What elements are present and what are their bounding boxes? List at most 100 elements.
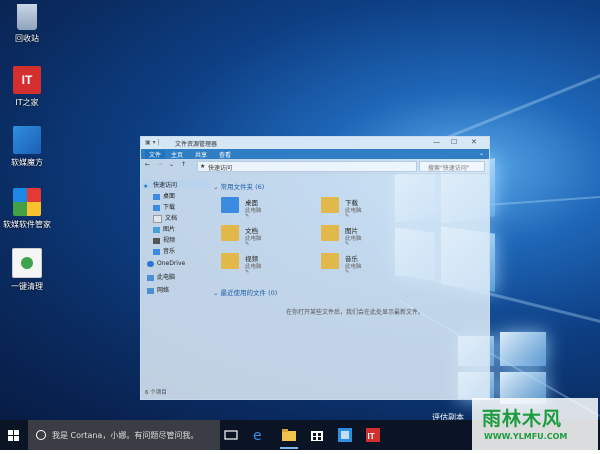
- pin-icon: ✎: [245, 269, 250, 275]
- section-title: 常用文件夹 (6): [220, 183, 265, 191]
- desktop: 回收站 IT IT之家 软媒魔方 软媒软件管家 一键清理 ▣ ▾ | 文件资源管…: [0, 0, 600, 420]
- cortana-icon: [36, 430, 46, 440]
- section-title: 最近使用的文件 (0): [220, 289, 278, 297]
- watermark-brand: 雨林木风: [482, 408, 563, 430]
- nav-item-this-pc[interactable]: 此电脑: [147, 272, 176, 281]
- pin-icon: ✎: [245, 241, 250, 247]
- ribbon-tabs: 文件 主页 共享 查看 ⌄: [141, 149, 489, 159]
- frequent-folders-header[interactable]: ⌄ 常用文件夹 (6): [213, 181, 264, 191]
- nav-item-label: OneDrive: [157, 260, 186, 267]
- edge-button[interactable]: e: [250, 426, 268, 444]
- nav-item-music[interactable]: 音乐: [153, 246, 175, 255]
- nav-item-network[interactable]: 网络: [147, 285, 170, 294]
- folder-pictures[interactable]: 图片 此电脑 ✎: [321, 223, 431, 247]
- desktop-icon-cleanup[interactable]: 一键清理: [2, 248, 52, 292]
- address-bar-row: ← → ⌄ ↑ ★ 快速访问 搜索"快速访问": [141, 159, 489, 174]
- folder-downloads[interactable]: 下载 此电脑 ✎: [321, 195, 431, 219]
- file-explorer-button[interactable]: [280, 426, 298, 449]
- desktop-icon-software-manager[interactable]: 软媒软件管家: [2, 188, 52, 230]
- tab-view[interactable]: 查看: [219, 150, 231, 159]
- evaluation-copy-text: 评估副本: [432, 413, 464, 420]
- star-icon: ★: [200, 163, 206, 170]
- ithome-icon: IT: [13, 66, 41, 94]
- windows-start-icon: [8, 430, 19, 441]
- mofang-button[interactable]: [336, 426, 354, 444]
- desktop-icon-mofang[interactable]: 软媒魔方: [2, 126, 52, 168]
- nav-item-label: 视频: [163, 237, 176, 244]
- documents-folder-icon: [221, 225, 239, 241]
- computer-icon: [147, 274, 154, 281]
- close-button[interactable]: ✕: [471, 138, 477, 146]
- recent-files-header[interactable]: ⌄ 最近使用的文件 (0): [213, 287, 277, 297]
- desktop-icon-recycle-bin[interactable]: 回收站: [2, 4, 52, 44]
- file-explorer-icon: [282, 429, 296, 441]
- pictures-icon: [153, 226, 160, 233]
- videos-folder-icon: [221, 253, 239, 269]
- watermark-url: WWW.YLMFU.COM: [484, 432, 568, 441]
- tab-file[interactable]: 文件: [145, 150, 166, 159]
- recent-locations-icon[interactable]: ⌄: [169, 161, 174, 168]
- task-view-icon: [224, 430, 238, 440]
- cloud-icon: [147, 260, 154, 267]
- nav-item-label: 此电脑: [157, 274, 176, 281]
- download-folder-icon: [321, 197, 339, 213]
- nav-item-label: 网络: [157, 287, 170, 294]
- tab-home[interactable]: 主页: [171, 150, 183, 159]
- nav-item-label: 下载: [163, 204, 176, 211]
- nav-item-desktop[interactable]: 桌面: [153, 191, 175, 200]
- file-explorer-window[interactable]: ▣ ▾ | 文件资源管理器 — ☐ ✕ 文件 主页 共享 查看 ⌄ ← → ⌄ …: [140, 136, 490, 400]
- svg-text:IT: IT: [368, 432, 375, 441]
- nav-item-label: 快速访问: [153, 182, 178, 189]
- nav-item-documents[interactable]: 文档: [153, 213, 177, 223]
- folder-desktop[interactable]: 桌面 此电脑 ✎: [221, 195, 331, 219]
- recycle-bin-icon: [17, 4, 37, 30]
- tab-share[interactable]: 共享: [195, 150, 207, 159]
- cortana-search-box[interactable]: 我是 Cortana，小娜。有问题尽管问我。: [28, 420, 220, 450]
- pin-icon: ✎: [345, 269, 350, 275]
- window-title: 文件资源管理器: [175, 141, 218, 148]
- music-folder-icon: [321, 253, 339, 269]
- desktop-icon-ithome[interactable]: IT IT之家: [2, 66, 52, 108]
- start-button[interactable]: [0, 420, 28, 450]
- desktop-icon-label: 软媒软件管家: [3, 220, 51, 229]
- task-view-button[interactable]: [222, 426, 240, 444]
- store-button[interactable]: [308, 426, 326, 444]
- download-icon: [153, 204, 160, 211]
- pin-icon: ✎: [345, 213, 350, 219]
- logo-pane: [500, 332, 546, 366]
- nav-item-pictures[interactable]: 图片: [153, 224, 176, 233]
- desktop-icon-label: 回收站: [15, 34, 39, 43]
- search-placeholder: 搜索"快速访问": [428, 165, 470, 172]
- minimize-button[interactable]: —: [433, 138, 440, 146]
- mofang-icon: [338, 428, 352, 442]
- forward-icon[interactable]: →: [157, 161, 162, 168]
- nav-item-quick-access[interactable]: ★ 快速访问: [143, 180, 209, 190]
- folder-documents[interactable]: 文档 此电脑 ✎: [221, 223, 331, 247]
- cortana-placeholder: 我是 Cortana，小娜。有问题尽管问我。: [52, 431, 199, 440]
- folder-videos[interactable]: 视频 此电脑 ✎: [221, 251, 331, 275]
- title-bar[interactable]: ▣ ▾ | 文件资源管理器 — ☐ ✕: [141, 137, 489, 149]
- pin-icon: ✎: [345, 241, 350, 247]
- ruanmei-mofang-icon: [13, 126, 41, 154]
- folder-music[interactable]: 音乐 此电脑 ✎: [321, 251, 431, 275]
- maximize-button[interactable]: ☐: [451, 138, 457, 146]
- store-icon: [311, 431, 323, 441]
- star-icon: ★: [143, 182, 149, 190]
- ithome-button[interactable]: IT: [364, 426, 382, 444]
- nav-item-downloads[interactable]: 下载: [153, 202, 176, 211]
- up-icon[interactable]: ↑: [181, 161, 186, 168]
- pin-icon: ✎: [245, 213, 250, 219]
- videos-icon: [153, 237, 160, 244]
- network-icon: [147, 287, 154, 294]
- nav-item-videos[interactable]: 视频: [153, 235, 176, 244]
- nav-item-onedrive[interactable]: OneDrive: [147, 260, 185, 268]
- back-icon[interactable]: ←: [145, 161, 150, 168]
- quick-access-toolbar-icon[interactable]: ▣ ▾ |: [145, 139, 160, 146]
- nav-item-label: 图片: [163, 226, 176, 233]
- ribbon-expand-icon[interactable]: ⌄: [479, 150, 484, 157]
- status-bar-item-count: 6 个项目: [145, 390, 167, 396]
- address-field[interactable]: ★ 快速访问: [197, 161, 417, 172]
- desktop-folder-icon: [153, 193, 160, 200]
- search-input[interactable]: 搜索"快速访问": [419, 161, 485, 172]
- empty-recent-message: 在你打开某些文件后，我们会在此处显示最新文件。: [286, 309, 425, 316]
